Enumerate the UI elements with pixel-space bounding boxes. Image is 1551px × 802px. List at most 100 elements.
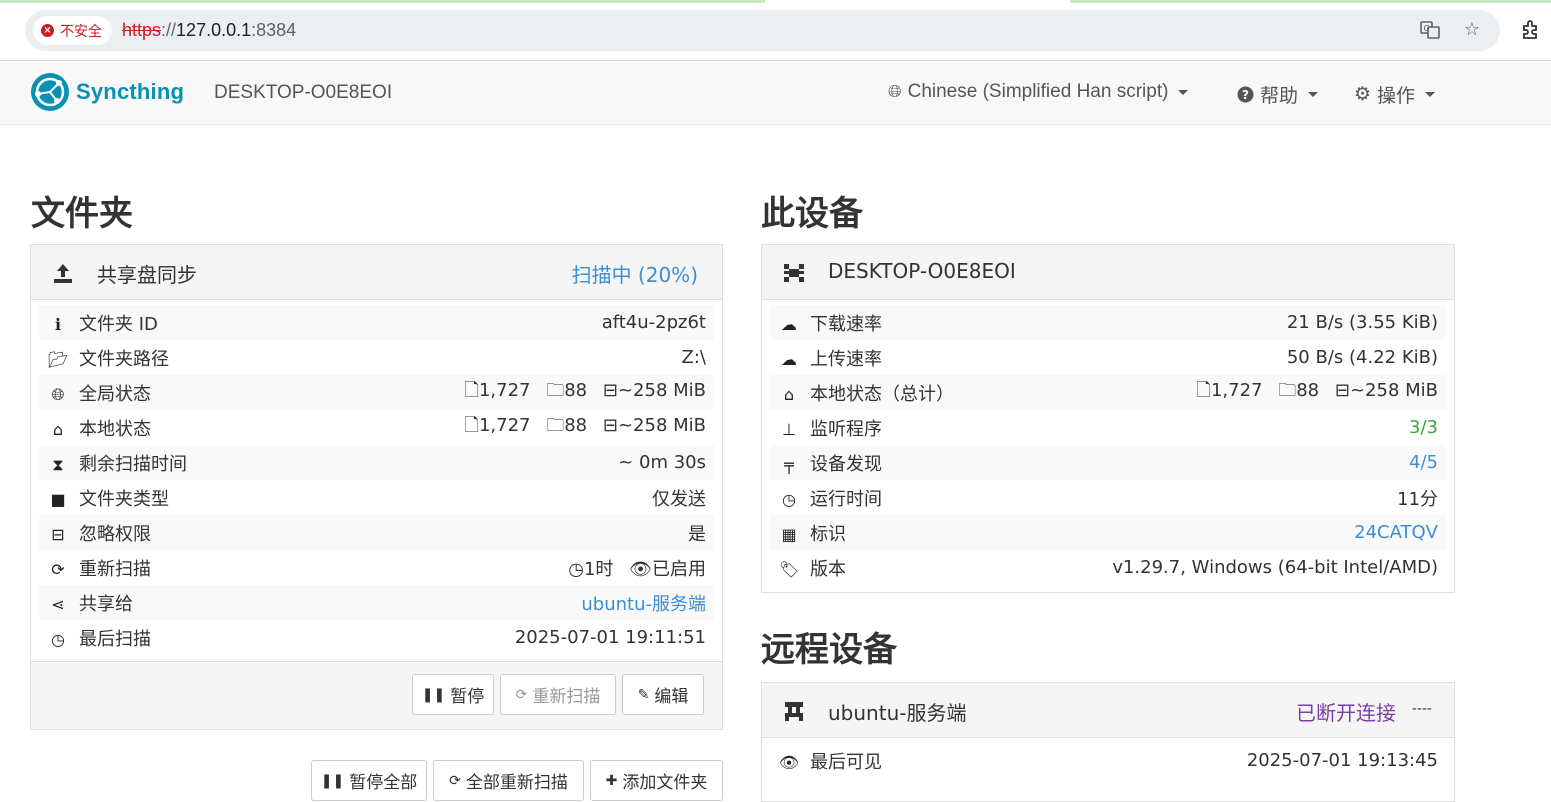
row-label: 上传速率 bbox=[810, 348, 882, 370]
brand-link[interactable]: Syncthing bbox=[30, 72, 184, 112]
folder-panel-heading[interactable]: 共享盘同步 扫描中 (20%) bbox=[31, 245, 722, 300]
table-row: ⊟ 忽略权限 是 bbox=[39, 515, 714, 550]
row-label: 设备发现 bbox=[810, 453, 882, 475]
chevron-down-icon bbox=[1308, 92, 1319, 97]
device-identicon bbox=[784, 264, 804, 282]
table-row: ⧗ 剩余扫描时间 ~ 0m 30s bbox=[39, 445, 714, 480]
help-label: 帮助 bbox=[1260, 86, 1299, 107]
local-total-value: 🗋︎1,727 🗀︎88 ⊟~258 MiB bbox=[1010, 375, 1446, 410]
home-icon: ⌂ bbox=[52, 419, 64, 439]
remote-device-status-suffix: ---- bbox=[1411, 701, 1432, 717]
row-label: 共享给 bbox=[79, 593, 133, 615]
refresh-icon: ⟳ bbox=[515, 686, 528, 703]
add-folder-button[interactable]: ✚ 添加文件夹 bbox=[590, 760, 723, 801]
folder-icon: ■ bbox=[50, 489, 66, 509]
remote-devices-heading: 远程设备 bbox=[761, 630, 897, 670]
shared-with-link[interactable]: ubuntu-服务端 bbox=[290, 585, 714, 620]
url-text[interactable]: https://127.0.0.1:8384 bbox=[122, 20, 296, 41]
question-circle-icon: ? bbox=[1237, 86, 1254, 103]
remote-device-table: 👁︎ 最后可见 2025-07-01 19:13:45 bbox=[770, 743, 1446, 778]
size-value: ~258 MiB bbox=[617, 379, 706, 401]
row-label: 文件夹类型 bbox=[79, 488, 169, 510]
navbar-device-name: DESKTOP-O0E8EOI bbox=[214, 82, 393, 103]
dir-count: 88 bbox=[564, 414, 588, 436]
last-scan-value: 2025-07-01 19:11:51 bbox=[514, 627, 706, 648]
home-icon: ⌂ bbox=[783, 384, 795, 404]
hdd-icon: ⊟ bbox=[602, 379, 618, 401]
table-row: 🌐︎ 全局状态 🗋︎1,727 🗀︎88 ⊟~258 MiB bbox=[39, 375, 714, 410]
translate-icon[interactable]: G bbox=[1420, 20, 1440, 40]
remote-device-panel-heading[interactable]: ubuntu-服务端 已断开连接 ---- bbox=[762, 683, 1454, 738]
security-chip[interactable]: × 不安全 bbox=[33, 16, 112, 45]
uptime-value: 11分 bbox=[1397, 488, 1438, 510]
file-count: 1,727 bbox=[478, 379, 531, 401]
pause-icon: ❚❚ bbox=[421, 686, 446, 703]
tab-strip-accent bbox=[0, 0, 765, 3]
add-folder-label: 添加文件夹 bbox=[622, 773, 708, 793]
table-row: ⊥ 监听程序 3/3 bbox=[770, 410, 1446, 445]
help-menu[interactable]: ? 帮助 bbox=[1237, 81, 1319, 108]
table-row: 🏷︎ 版本 v1.29.7, Windows (64-bit Intel/AMD) bbox=[770, 550, 1446, 585]
pause-all-label: 暂停全部 bbox=[349, 773, 418, 793]
table-row: ⌂ 本地状态（总计） 🗋︎1,727 🗀︎88 ⊟~258 MiB bbox=[770, 375, 1446, 410]
this-device-panel-heading[interactable]: DESKTOP-O0E8EOI bbox=[762, 245, 1454, 300]
address-bar[interactable]: × 不安全 https://127.0.0.1:8384 G ☆ bbox=[25, 10, 1500, 51]
table-row: ◷ 运行时间 11分 bbox=[770, 480, 1446, 515]
device-id-link[interactable]: 24CATQV bbox=[1010, 515, 1446, 550]
dir-count: 88 bbox=[564, 379, 588, 401]
url-host: 127.0.0.1 bbox=[176, 20, 252, 40]
size-value: ~258 MiB bbox=[1349, 379, 1438, 401]
row-label: 文件夹路径 bbox=[79, 348, 169, 370]
rescan-all-button[interactable]: ⟳ 全部重新扫描 bbox=[433, 760, 584, 801]
row-label: 本地状态（总计） bbox=[810, 383, 954, 405]
listeners-value[interactable]: 3/3 bbox=[1010, 410, 1446, 445]
folder-type-value: 仅发送 bbox=[652, 488, 706, 510]
row-label: 文件夹 ID bbox=[79, 313, 158, 335]
this-device-name: DESKTOP-O0E8EOI bbox=[828, 259, 1016, 283]
file-count: 1,727 bbox=[1210, 379, 1263, 401]
rescan-label: 重新扫描 bbox=[532, 687, 601, 707]
rescan-all-label: 全部重新扫描 bbox=[465, 773, 568, 793]
table-row: ╤ 设备发现 4/5 bbox=[770, 445, 1446, 480]
clock-icon: ◷ bbox=[51, 629, 65, 649]
language-menu[interactable]: 🌐︎ Chinese (Simplified Han script) bbox=[888, 81, 1189, 103]
folder-details-table: ℹ 文件夹 ID aft4u-2pz6t 📂︎ 文件夹路径 Z:\ 🌐︎ 全局状态 🗋… bbox=[39, 305, 714, 655]
clock-icon: ◷ bbox=[568, 558, 584, 580]
tab-strip-accent bbox=[1070, 0, 1551, 3]
version-value: v1.29.7, Windows (64-bit Intel/AMD) bbox=[1112, 557, 1438, 578]
remote-device-panel: ubuntu-服务端 已断开连接 ---- 👁︎ 最后可见 2025-07-01 … bbox=[761, 682, 1455, 802]
pause-button[interactable]: ❚❚ 暂停 bbox=[412, 674, 494, 715]
folder-panel-footer: ❚❚ 暂停 ⟳ 重新扫描 ✎ 编辑 bbox=[31, 661, 722, 729]
folders-heading: 文件夹 bbox=[31, 194, 133, 234]
url-port: :8384 bbox=[251, 20, 297, 40]
row-label: 剩余扫描时间 bbox=[79, 453, 187, 475]
rescan-button[interactable]: ⟳ 重新扫描 bbox=[500, 674, 616, 715]
file-icon: 🗋︎ bbox=[1196, 379, 1211, 401]
hdd-icon: ⊟ bbox=[1334, 379, 1350, 401]
bookmark-star-icon[interactable]: ☆ bbox=[1462, 20, 1482, 40]
table-row: ℹ 文件夹 ID aft4u-2pz6t bbox=[39, 305, 714, 340]
actions-menu[interactable]: ⚙ 操作 bbox=[1354, 81, 1436, 108]
table-row: ▦ 标识 24CATQV bbox=[770, 515, 1446, 550]
svg-text:G: G bbox=[1424, 24, 1430, 33]
language-label: Chinese (Simplified Han script) bbox=[907, 81, 1169, 102]
folder-open-icon: 📂︎ bbox=[47, 349, 69, 369]
last-seen-value: 2025-07-01 19:13:45 bbox=[1013, 743, 1446, 778]
gear-icon: ⚙ bbox=[1354, 84, 1372, 105]
security-label: 不安全 bbox=[60, 23, 102, 40]
edit-button[interactable]: ✎ 编辑 bbox=[622, 674, 704, 715]
navbar: Syncthing DESKTOP-O0E8EOI 🌐︎ Chinese (Si… bbox=[0, 61, 1551, 125]
discovery-value[interactable]: 4/5 bbox=[1010, 445, 1446, 480]
row-label: 下载速率 bbox=[810, 313, 882, 335]
sitemap-icon: ⊥ bbox=[782, 419, 796, 439]
share-icon: ⋖ bbox=[51, 594, 65, 614]
extensions-icon[interactable] bbox=[1520, 19, 1542, 41]
folder-status: 扫描中 (20%) bbox=[571, 263, 698, 287]
cloud-download-icon: ☁ bbox=[781, 314, 797, 334]
table-row: 📂︎ 文件夹路径 Z:\ bbox=[39, 340, 714, 375]
row-label: 最后扫描 bbox=[79, 628, 151, 650]
row-label: 本地状态 bbox=[79, 418, 151, 440]
eye-icon: 👁︎ bbox=[778, 752, 800, 772]
row-label: 最后可见 bbox=[810, 751, 882, 773]
pause-all-button[interactable]: ❚❚ 暂停全部 bbox=[311, 760, 427, 801]
